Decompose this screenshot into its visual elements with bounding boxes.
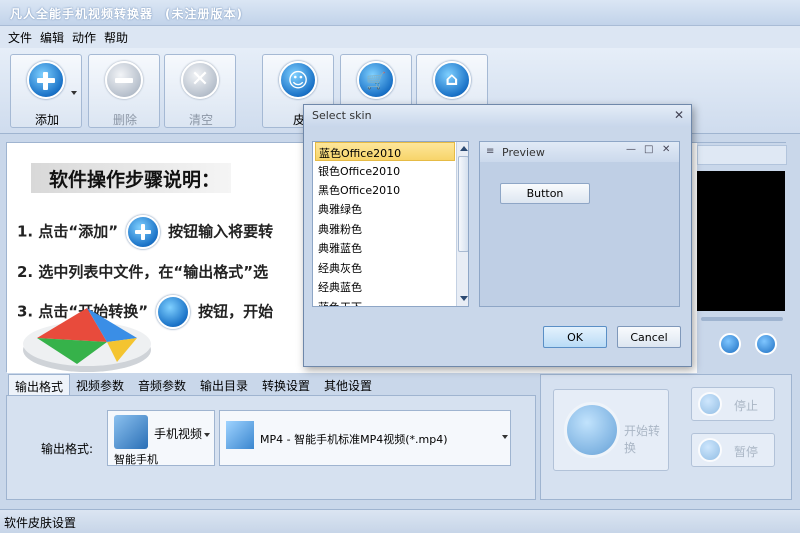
skin-item[interactable]: 银色Office2010 bbox=[315, 161, 455, 180]
step1-text-a: 1. 点击“添加” bbox=[17, 222, 119, 241]
step1-text-b: 按钮输入将要转 bbox=[168, 222, 274, 241]
home-icon: ⌂ bbox=[433, 61, 471, 99]
close-icon[interactable]: ✕ bbox=[674, 108, 684, 122]
instructions-heading: 软件操作步骤说明： bbox=[49, 169, 221, 191]
menu-action[interactable]: 动作 bbox=[72, 29, 96, 46]
cart-icon: 🛒 bbox=[357, 61, 395, 99]
pause-button[interactable]: 暂停 bbox=[691, 433, 775, 467]
dialog-title: Select skin bbox=[312, 109, 372, 122]
tab-other-settings[interactable]: 其他设置 bbox=[318, 374, 378, 396]
video-screen bbox=[697, 171, 785, 311]
preview-header bbox=[697, 145, 787, 165]
smiley-icon: ☺ bbox=[279, 61, 317, 99]
smartphone-icon bbox=[114, 415, 148, 449]
dialog-title-bar: Select skin ✕ bbox=[304, 105, 691, 127]
output-format-panel: 输出格式: 手机视频 智能手机 MP4 - 智能手机标准MP4视频(*.mp4) bbox=[6, 395, 536, 500]
skin-item[interactable]: 黑色Office2010 bbox=[315, 180, 455, 199]
clear-icon: ✕ bbox=[181, 61, 219, 99]
skin-item[interactable]: 经典灰色 bbox=[315, 258, 455, 277]
chevron-down-icon[interactable] bbox=[502, 435, 508, 439]
preview-title: Preview bbox=[502, 146, 545, 159]
close-icon: ✕ bbox=[662, 144, 671, 155]
video-format-icon bbox=[226, 421, 254, 449]
device-combo[interactable]: 手机视频 智能手机 bbox=[107, 410, 215, 466]
action-panel: 开始转换 停止 暂停 bbox=[540, 374, 792, 500]
preview-sample-button[interactable]: Button bbox=[500, 183, 590, 204]
snapshot-button[interactable] bbox=[719, 333, 741, 355]
window-title: 凡人全能手机视频转换器 (未注册版本) bbox=[10, 5, 243, 22]
delete-button[interactable]: 删除 bbox=[88, 54, 160, 128]
seek-slider[interactable] bbox=[701, 317, 783, 321]
skin-item[interactable]: 经典蓝色 bbox=[315, 277, 455, 296]
open-folder-button[interactable] bbox=[755, 333, 777, 355]
menu-file[interactable]: 文件 bbox=[8, 29, 32, 46]
app-title: 凡人全能手机视频转换器 bbox=[10, 7, 154, 21]
skin-item[interactable]: 蓝色天下 bbox=[315, 297, 455, 306]
cancel-button[interactable]: Cancel bbox=[617, 326, 681, 348]
stop-label: 停止 bbox=[734, 399, 759, 413]
pause-icon bbox=[698, 438, 722, 462]
output-format-label: 输出格式: bbox=[41, 442, 94, 456]
title-bar: 凡人全能手机视频转换器 (未注册版本) bbox=[0, 0, 800, 26]
tab-video-params[interactable]: 视频参数 bbox=[70, 374, 130, 396]
plus-icon bbox=[126, 215, 161, 249]
menu-help[interactable]: 帮助 bbox=[104, 29, 128, 46]
preview-body: Button bbox=[480, 162, 679, 306]
tab-output-format[interactable]: 输出格式 bbox=[8, 374, 71, 396]
scroll-down-icon[interactable] bbox=[460, 296, 468, 301]
preview-panel: ≡ Preview — □ ✕ Button bbox=[479, 141, 680, 307]
maximize-icon: □ bbox=[644, 144, 654, 155]
step3-text-b: 按钮，开始 bbox=[198, 302, 274, 321]
chevron-down-icon[interactable] bbox=[71, 91, 77, 95]
convert-icon bbox=[564, 402, 620, 458]
device-caption: 智能手机 bbox=[114, 453, 158, 466]
registration-status: (未注册版本) bbox=[165, 7, 243, 21]
convert-icon bbox=[156, 295, 191, 329]
chevron-down-icon[interactable] bbox=[204, 433, 210, 437]
status-bar: 软件皮肤设置 bbox=[0, 509, 800, 533]
instruction-step-1: 1. 点击“添加” 按钮输入将要转 bbox=[17, 215, 273, 249]
skin-list-scrollbar[interactable] bbox=[456, 142, 468, 306]
stop-icon bbox=[698, 392, 722, 416]
skin-item[interactable]: 蓝色Office2010 bbox=[315, 142, 455, 161]
menu-edit[interactable]: 编辑 bbox=[40, 29, 64, 46]
format-combo[interactable]: MP4 - 智能手机标准MP4视频(*.mp4) bbox=[219, 410, 511, 466]
skin-item[interactable]: 典雅蓝色 bbox=[315, 238, 455, 257]
add-button-label: 添加 bbox=[34, 113, 59, 127]
pause-label: 暂停 bbox=[734, 445, 759, 459]
instruction-step-2: 2. 选中列表中文件，在“输出格式”选 bbox=[17, 263, 269, 281]
preview-header: ≡ Preview — □ ✕ bbox=[480, 142, 679, 162]
clear-button-label: 清空 bbox=[188, 113, 213, 127]
skin-item[interactable]: 典雅粉色 bbox=[315, 219, 455, 238]
ok-button[interactable]: OK bbox=[543, 326, 607, 348]
start-convert-button[interactable]: 开始转换 bbox=[553, 389, 669, 471]
menu-icon: ≡ bbox=[486, 146, 495, 157]
plus-icon bbox=[27, 61, 65, 99]
skin-item[interactable]: 典雅绿色 bbox=[315, 199, 455, 218]
skin-list[interactable]: 蓝色Office2010 银色Office2010 黑色Office2010 典… bbox=[312, 141, 469, 307]
settings-tabs: 输出格式 视频参数 音频参数 输出目录 转换设置 其他设置 bbox=[6, 374, 536, 396]
tab-convert-settings[interactable]: 转换设置 bbox=[256, 374, 316, 396]
device-combo-text: 手机视频 bbox=[154, 427, 203, 441]
scroll-up-icon[interactable] bbox=[460, 146, 468, 151]
video-preview-pane bbox=[697, 143, 787, 373]
select-skin-dialog: Select skin ✕ 蓝色Office2010 银色Office2010 … bbox=[303, 104, 692, 367]
add-button[interactable]: 添加 bbox=[10, 54, 82, 128]
stop-button[interactable]: 停止 bbox=[691, 387, 775, 421]
minus-icon bbox=[105, 61, 143, 99]
delete-button-label: 删除 bbox=[112, 113, 137, 127]
tab-audio-params[interactable]: 音频参数 bbox=[132, 374, 192, 396]
start-convert-label: 开始转换 bbox=[624, 424, 661, 455]
status-text: 软件皮肤设置 bbox=[4, 516, 77, 530]
tab-output-dir[interactable]: 输出目录 bbox=[194, 374, 254, 396]
clear-button[interactable]: ✕ 清空 bbox=[164, 54, 236, 128]
menu-bar: 文件 编辑 动作 帮助 bbox=[0, 26, 800, 48]
scroll-thumb[interactable] bbox=[458, 156, 468, 252]
disc-logo-icon bbox=[23, 308, 151, 372]
format-combo-text: MP4 - 智能手机标准MP4视频(*.mp4) bbox=[260, 433, 448, 446]
minimize-icon: — bbox=[626, 144, 636, 155]
